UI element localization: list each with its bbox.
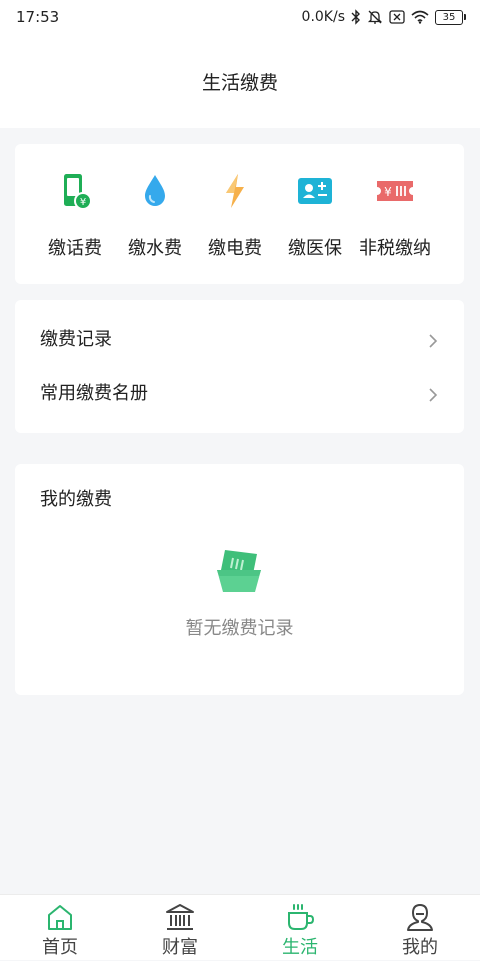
bottom-tab-bar: 首页 财富 生活 我的 — [0, 894, 480, 960]
service-water[interactable]: 缴水费 — [115, 144, 195, 284]
links-card: 缴费记录 常用缴费名册 — [15, 300, 464, 433]
empty-state-text: 暂无缴费记录 — [185, 618, 294, 639]
status-icons: 0.0K/s 35 — [302, 7, 466, 27]
tab-home[interactable]: 首页 — [0, 895, 120, 961]
service-phone-bill[interactable]: ¥ 缴话费 — [35, 144, 115, 284]
ticket-icon: ¥ — [375, 171, 415, 211]
service-label: 非税缴纳 — [359, 238, 431, 259]
services-card: ¥ 缴话费 缴水费 缴电费 缴医保 ¥ 非税缴纳 — [15, 144, 464, 284]
tab-label: 生活 — [282, 937, 318, 958]
sim-off-icon — [389, 10, 405, 24]
bank-icon — [164, 901, 196, 933]
service-medical[interactable]: 缴医保 — [275, 144, 355, 284]
medical-card-icon — [295, 171, 335, 211]
section-title: 我的缴费 — [40, 489, 112, 510]
tab-mine[interactable]: 我的 — [360, 895, 480, 961]
coffee-cup-icon — [284, 901, 316, 933]
home-icon — [44, 901, 76, 933]
tab-label: 首页 — [42, 937, 78, 958]
status-bar: 17:53 0.0K/s 35 — [0, 0, 480, 34]
my-payments-card: 我的缴费 暂无缴费记录 — [15, 464, 464, 695]
lightning-icon — [215, 171, 255, 211]
network-speed: 0.0K/s — [301, 9, 345, 25]
battery-icon: 35 — [435, 9, 466, 25]
svg-text:¥: ¥ — [384, 185, 392, 199]
empty-basket-icon — [211, 544, 267, 600]
phone-bill-icon: ¥ — [55, 171, 95, 211]
chevron-right-icon — [428, 387, 438, 403]
bluetooth-icon — [351, 9, 361, 25]
water-drop-icon — [135, 171, 175, 211]
header: 生活缴费 — [0, 34, 480, 128]
tab-label: 我的 — [402, 937, 438, 958]
tab-wealth[interactable]: 财富 — [120, 895, 240, 961]
tab-life[interactable]: 生活 — [240, 895, 360, 961]
frequent-payees-link[interactable]: 常用缴费名册 — [15, 367, 464, 421]
mute-bell-icon — [367, 9, 383, 25]
svg-text:¥: ¥ — [80, 197, 86, 208]
chevron-right-icon — [428, 333, 438, 349]
service-non-tax[interactable]: ¥ 非税缴纳 — [355, 144, 435, 284]
link-label: 缴费记录 — [40, 329, 112, 350]
battery-level: 35 — [435, 9, 463, 25]
profile-icon — [404, 901, 436, 933]
link-label: 常用缴费名册 — [40, 383, 148, 404]
service-electricity[interactable]: 缴电费 — [195, 144, 275, 284]
status-time: 17:53 — [16, 8, 60, 26]
payment-records-link[interactable]: 缴费记录 — [15, 313, 464, 367]
page-title: 生活缴费 — [201, 72, 278, 94]
tab-label: 财富 — [162, 937, 198, 958]
wifi-icon — [411, 10, 429, 24]
